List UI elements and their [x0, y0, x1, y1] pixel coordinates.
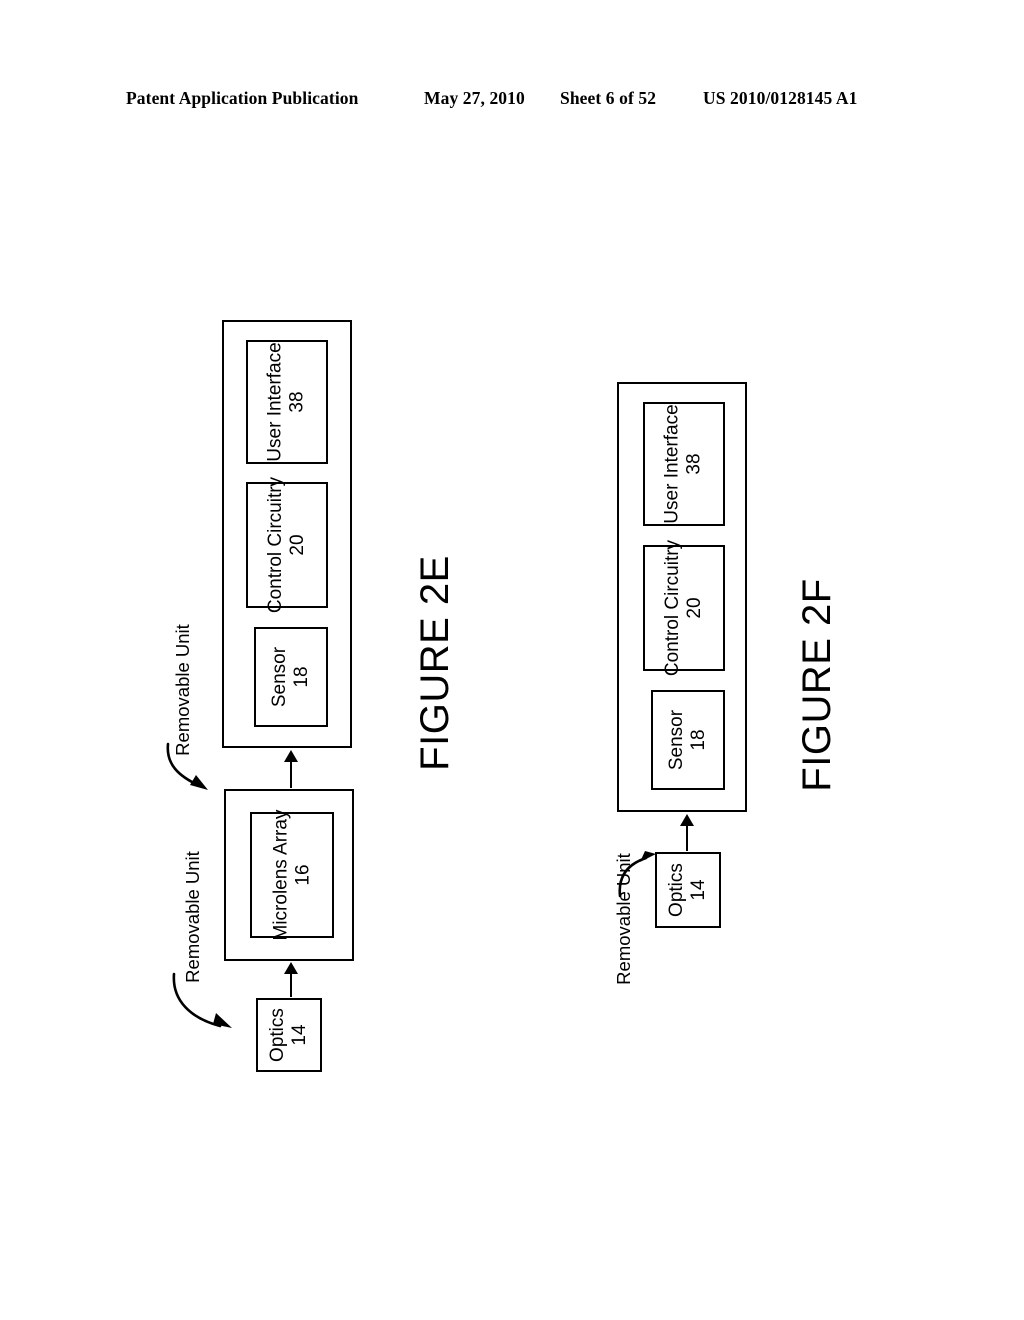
figure-2e-block-user-interface: User Interface 38 [246, 340, 328, 464]
block-ref: 16 [292, 864, 314, 886]
figure-2e-block-sensor-label: Sensor 18 [256, 629, 326, 725]
block-title: Control Circuitry [661, 539, 683, 677]
curved-arrow-icon [618, 851, 656, 898]
block-title: Sensor [268, 646, 290, 708]
curved-arrow-icon [172, 972, 232, 1028]
block-title: Optics [266, 1008, 288, 1062]
figure-2e-block-optics-label: Optics 14 [258, 1000, 320, 1070]
figure-2e-block-user-interface-label: User Interface 38 [248, 342, 326, 462]
block-title: Sensor [665, 709, 687, 771]
figure-2e-callout-arrow-body [160, 742, 230, 804]
block-ref: 38 [684, 453, 706, 475]
figure-2f-block-sensor-label: Sensor 18 [653, 692, 723, 788]
block-title: User Interface [264, 342, 286, 462]
block-ref: 20 [287, 534, 309, 556]
figure-2e-block-control-circuitry-label: Control Circuitry 20 [248, 477, 326, 613]
header-date-label: May 27, 2010 [424, 88, 525, 108]
header-patent-number: US 2010/0128145 A1 [703, 88, 858, 108]
block-ref: 18 [290, 666, 312, 688]
figure-2f-caption: FIGURE 2F [795, 578, 839, 792]
block-ref: 14 [288, 1024, 310, 1046]
block-title: Microlens Array [269, 809, 291, 941]
figure-2e-block-control-circuitry: Control Circuitry 20 [246, 477, 328, 613]
header-publication-label: Patent Application Publication [126, 88, 359, 108]
figure-2e-arrow-microlens-to-sensor [281, 750, 301, 788]
figure-2e-block-microlens-array: Microlens Array 16 [250, 810, 334, 941]
figure-2e-callout-arrow-optics [168, 972, 254, 1040]
block-ref: 18 [687, 729, 709, 751]
figure-2f-block-user-interface-label: User Interface 38 [645, 404, 723, 524]
figure-2e-arrow-optics-to-microlens [281, 962, 301, 997]
curved-arrow-icon [166, 742, 208, 790]
figure-2e-caption: FIGURE 2E [413, 555, 457, 771]
block-ref: 14 [687, 879, 709, 901]
block-title: User Interface [661, 404, 683, 524]
figure-2f-callout-arrow-optics [616, 850, 668, 900]
page-header: Patent Application Publication May 27, 2… [0, 88, 1024, 116]
figure-2e-block-microlens-array-label: Microlens Array 16 [252, 810, 332, 941]
block-ref: 20 [684, 597, 706, 619]
figure-2f-block-user-interface: User Interface 38 [643, 402, 725, 526]
block-title: Control Circuitry [264, 476, 286, 614]
figure-2e-block-sensor: Sensor 18 [254, 627, 328, 727]
figure-2f-block-sensor: Sensor 18 [651, 690, 725, 790]
block-title: Optics [665, 863, 687, 917]
figure-2e-block-optics: Optics 14 [256, 998, 322, 1072]
figure-2f-arrow-optics-to-sensor [677, 814, 697, 851]
header-sheet-label: Sheet 6 of 52 [560, 88, 657, 108]
figure-2f-block-control-circuitry-label: Control Circuitry 20 [645, 540, 723, 676]
arrow-shaft [289, 971, 293, 997]
figure-2f-block-control-circuitry: Control Circuitry 20 [643, 540, 725, 676]
arrow-shaft [685, 823, 689, 851]
arrow-shaft [289, 759, 293, 788]
block-ref: 38 [287, 391, 309, 413]
